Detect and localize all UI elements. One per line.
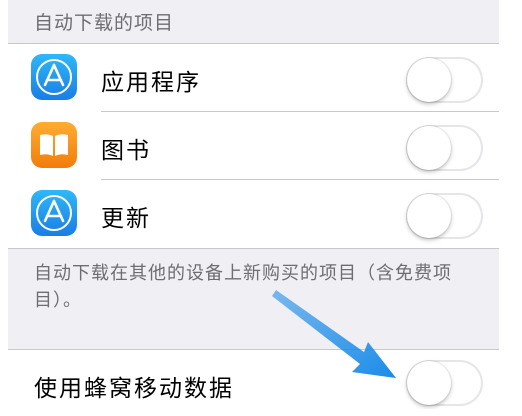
- row-books-label: 图书: [101, 138, 151, 164]
- updates-toggle[interactable]: [406, 193, 483, 239]
- annotation-arrow-icon: [272, 290, 396, 378]
- settings-screen: 自动下载的项目 应用程序 图书 更新 自动下载在其他的设备上新购买的项目（含免费…: [8, 0, 499, 409]
- app-store-icon: [31, 54, 77, 100]
- row-cellular: 使用蜂窝移动数据: [8, 350, 499, 409]
- auto-download-group: 应用程序 图书 更新: [8, 44, 499, 249]
- toggle-knob: [407, 361, 451, 405]
- section-header-label: 自动下载的项目: [34, 12, 175, 34]
- row-cellular-label: 使用蜂窝移动数据: [34, 376, 234, 402]
- books-icon: [31, 122, 77, 168]
- apps-toggle[interactable]: [406, 57, 483, 103]
- row-updates-label: 更新: [101, 206, 151, 232]
- cellular-toggle[interactable]: [406, 360, 483, 406]
- row-updates: 更新: [8, 180, 499, 248]
- books-toggle[interactable]: [406, 125, 483, 171]
- section-footnote: 自动下载在其他的设备上新购买的项目（含免费项目）。: [34, 263, 452, 311]
- row-apps-label: 应用程序: [101, 70, 201, 96]
- toggle-knob: [407, 194, 451, 238]
- app-store-icon: [31, 190, 77, 236]
- toggle-knob: [407, 126, 451, 170]
- row-books: 图书: [8, 112, 499, 180]
- cellular-group: 使用蜂窝移动数据: [8, 349, 499, 409]
- section-header: 自动下载的项目: [8, 0, 499, 44]
- row-apps: 应用程序: [8, 44, 499, 112]
- toggle-knob: [407, 58, 451, 102]
